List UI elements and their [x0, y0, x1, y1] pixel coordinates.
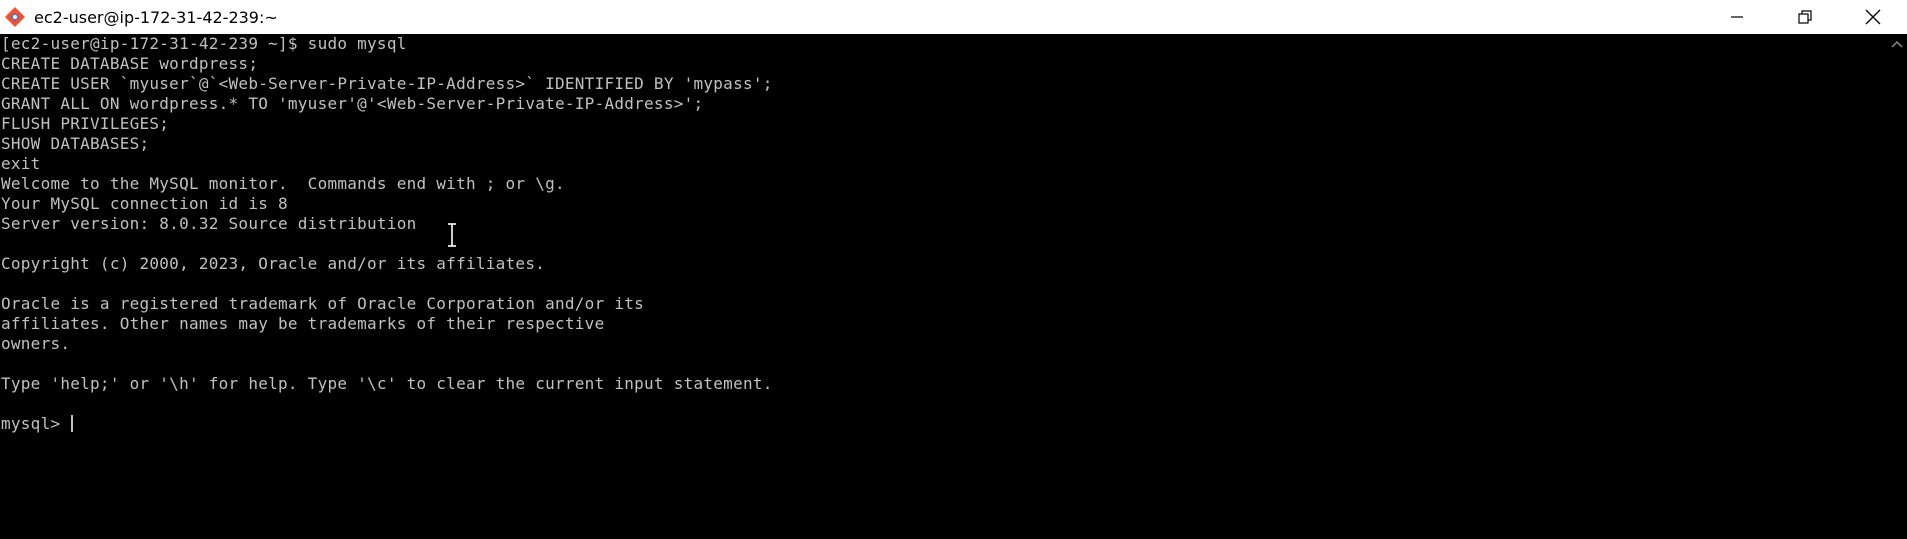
terminal-line: Your MySQL connection id is 8 — [1, 194, 288, 213]
terminal-line: SHOW DATABASES; — [1, 134, 150, 153]
minimize-icon — [1731, 16, 1743, 18]
close-icon — [1865, 9, 1881, 25]
terminal-line: affiliates. Other names may be trademark… — [1, 314, 605, 333]
terminal-line: CREATE USER `myuser`@`<Web-Server-Privat… — [1, 74, 773, 93]
close-button[interactable] — [1839, 0, 1907, 34]
terminal-line: exit — [1, 154, 41, 173]
minimize-button[interactable] — [1703, 0, 1771, 34]
ibeam-cursor-icon — [448, 223, 456, 247]
terminal-line: CREATE DATABASE wordpress; — [1, 54, 259, 73]
scroll-up-arrow-icon[interactable] — [1891, 40, 1903, 48]
terminal-line: Type 'help;' or '\h' for help. Type '\c'… — [1, 374, 773, 393]
terminal-line: FLUSH PRIVILEGES; — [1, 114, 170, 133]
window-title: ec2-user@ip-172-31-42-239:~ — [34, 7, 278, 27]
terminal-line: [ec2-user@ip-172-31-42-239 ~]$ sudo mysq… — [1, 34, 407, 53]
terminal-line: Oracle is a registered trademark of Orac… — [1, 294, 645, 313]
title-bar[interactable]: ec2-user@ip-172-31-42-239:~ — [0, 0, 1907, 34]
terminal-line: owners. — [1, 334, 71, 353]
terminal-lines: [ec2-user@ip-172-31-42-239 ~]$ sudo mysq… — [1, 34, 1888, 414]
mysql-prompt: mysql> — [1, 414, 71, 433]
git-bash-icon — [2, 4, 28, 30]
text-cursor — [71, 415, 74, 432]
terminal-output[interactable]: [ec2-user@ip-172-31-42-239 ~]$ sudo mysq… — [0, 34, 1888, 539]
terminal-window: ec2-user@ip-172-31-42-239:~ [ec2-user@ip… — [0, 0, 1907, 539]
restore-button[interactable] — [1771, 0, 1839, 34]
terminal-line: Welcome to the MySQL monitor. Commands e… — [1, 174, 565, 193]
mysql-prompt-line[interactable]: mysql> — [1, 414, 1888, 434]
terminal-line: Server version: 8.0.32 Source distributi… — [1, 214, 417, 233]
restore-icon — [1798, 10, 1812, 24]
terminal-line: GRANT ALL ON wordpress.* TO 'myuser'@'<W… — [1, 94, 704, 113]
vertical-scrollbar[interactable] — [1888, 34, 1907, 539]
window-controls — [1703, 0, 1907, 34]
terminal-line: Copyright (c) 2000, 2023, Oracle and/or … — [1, 254, 546, 273]
